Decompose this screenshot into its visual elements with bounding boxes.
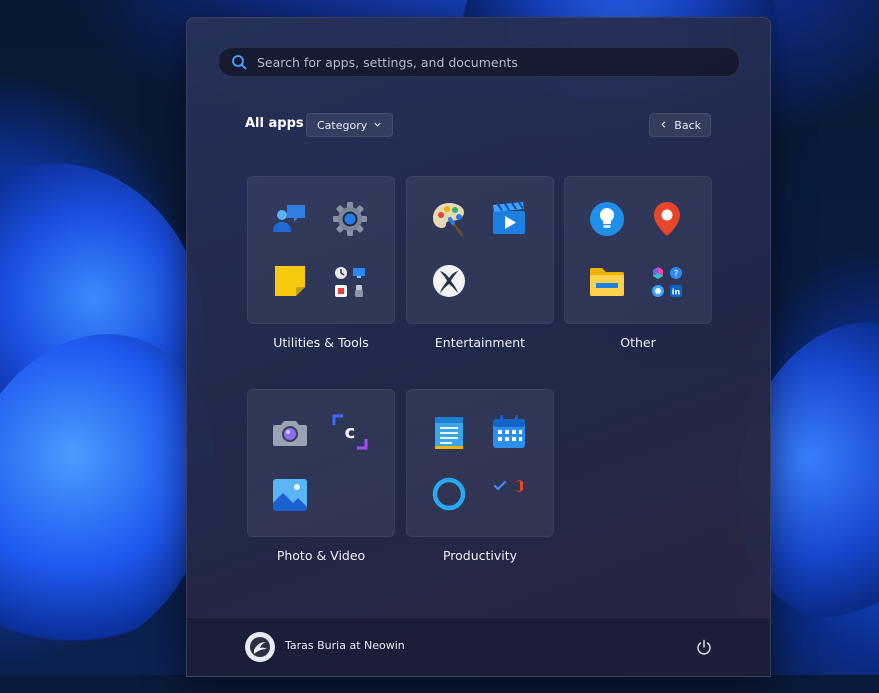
avatar[interactable] bbox=[245, 632, 275, 662]
mini-apps-folder-icon bbox=[330, 261, 370, 301]
category-tile[interactable]: c bbox=[247, 389, 395, 537]
category-folder-utilities-tools[interactable]: Utilities & Tools bbox=[247, 176, 395, 350]
video-clapper-icon bbox=[489, 199, 529, 239]
chevron-down-icon bbox=[373, 119, 382, 132]
usb-tool-icon bbox=[352, 283, 366, 297]
all-apps-title: All apps bbox=[245, 116, 304, 131]
snipping-tool-icon bbox=[334, 283, 348, 297]
photos-icon bbox=[270, 474, 310, 514]
svg-text:?: ? bbox=[674, 270, 679, 280]
office-icon bbox=[511, 478, 525, 492]
notepad-icon bbox=[429, 412, 469, 452]
search-icon bbox=[231, 54, 247, 70]
category-label: Productivity bbox=[442, 548, 518, 563]
category-label: Category bbox=[317, 118, 368, 132]
tips-lightbulb-icon bbox=[587, 199, 627, 239]
category-label: Other bbox=[620, 335, 656, 350]
search-input[interactable] bbox=[255, 53, 739, 71]
sticky-notes-icon bbox=[270, 261, 310, 301]
category-folder-photo-video[interactable]: c Photo & Video bbox=[247, 389, 395, 563]
todo-icon bbox=[493, 478, 507, 492]
feedback-hub-icon bbox=[651, 283, 665, 297]
camera-icon bbox=[270, 412, 310, 452]
user-avatar-icon bbox=[250, 637, 270, 657]
settings-gear-icon bbox=[330, 199, 370, 239]
people-chat-icon bbox=[270, 199, 310, 239]
remote-desktop-icon bbox=[352, 265, 366, 279]
calendar-icon bbox=[489, 412, 529, 452]
xbox-icon bbox=[429, 261, 469, 301]
cortana-ring-icon bbox=[429, 474, 469, 514]
maps-pin-icon bbox=[647, 199, 687, 239]
category-label: Utilities & Tools bbox=[273, 335, 369, 350]
category-dropdown-button[interactable]: Category bbox=[306, 113, 394, 137]
svg-text:in: in bbox=[672, 288, 681, 297]
mini-apps-folder-icon: ? in bbox=[647, 261, 687, 301]
mini-apps-folder-icon bbox=[489, 474, 529, 514]
search-box[interactable] bbox=[218, 47, 740, 77]
category-tile[interactable] bbox=[406, 176, 554, 324]
paint-palette-icon bbox=[429, 199, 469, 239]
category-tile[interactable] bbox=[406, 389, 554, 537]
all-apps-header: All apps Category Back bbox=[245, 113, 711, 137]
linkedin-icon: in bbox=[669, 283, 683, 297]
category-label: Entertainment bbox=[434, 335, 526, 350]
clipchamp-icon: c bbox=[330, 412, 370, 452]
category-folder-productivity[interactable]: Productivity bbox=[406, 389, 554, 563]
clock-icon bbox=[334, 265, 348, 279]
get-help-icon: ? bbox=[669, 265, 683, 280]
svg-text:c: c bbox=[345, 422, 356, 443]
file-explorer-folder-icon bbox=[587, 261, 627, 301]
back-label: Back bbox=[674, 118, 701, 132]
start-footer: Taras Buria at Neowin bbox=[187, 617, 770, 676]
category-folder-entertainment[interactable]: Entertainment bbox=[406, 176, 554, 350]
category-tile[interactable] bbox=[247, 176, 395, 324]
back-button[interactable]: Back bbox=[649, 113, 711, 137]
copilot-icon bbox=[651, 265, 665, 279]
chevron-left-icon bbox=[659, 119, 668, 132]
start-menu: All apps Category Back bbox=[186, 17, 771, 677]
power-icon[interactable] bbox=[694, 637, 714, 657]
category-label: Photo & Video bbox=[276, 548, 366, 563]
category-folder-other[interactable]: ? in Other bbox=[564, 176, 712, 350]
user-name[interactable]: Taras Buria at Neowin bbox=[285, 639, 405, 652]
category-tile[interactable]: ? in bbox=[564, 176, 712, 324]
